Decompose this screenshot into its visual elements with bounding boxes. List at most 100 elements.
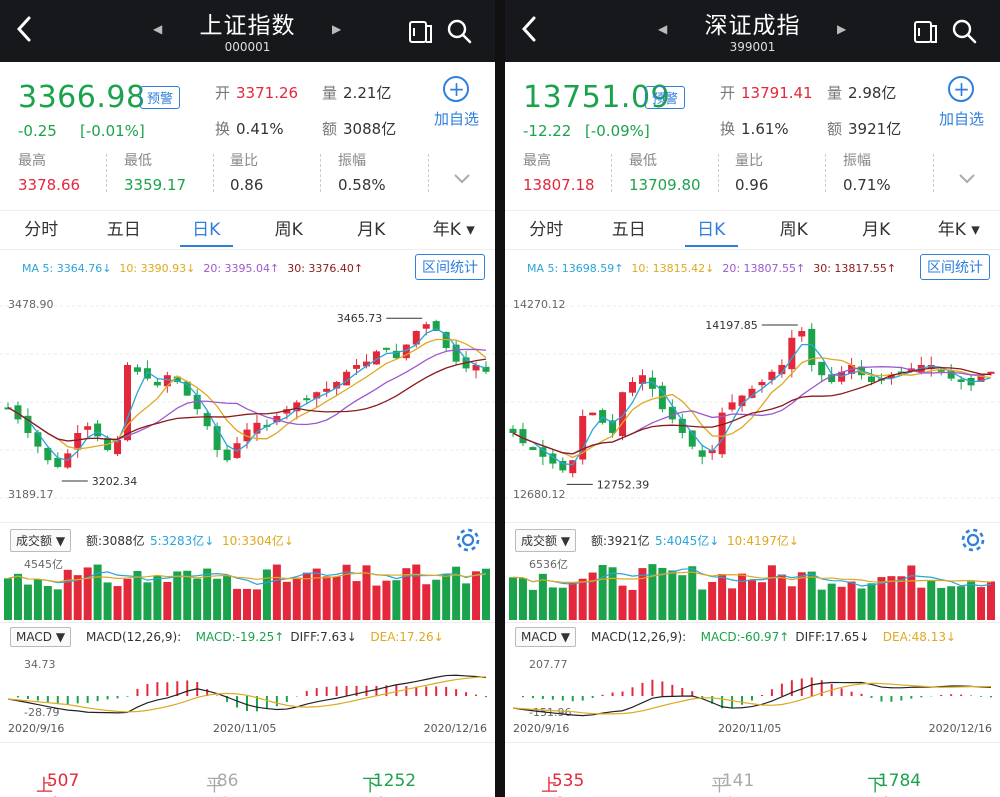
tab-4[interactable]: 月K: [330, 211, 413, 249]
volume-max-label: 6536亿: [529, 558, 568, 571]
split-view-icon[interactable]: [408, 18, 436, 46]
price-change-percent: [-0.09%]: [585, 122, 650, 140]
candle-body: [957, 379, 965, 382]
chevron-down-icon[interactable]: [453, 170, 471, 189]
volume-bar: [907, 565, 916, 620]
volume-bar: [528, 589, 537, 620]
candle-body: [629, 382, 636, 393]
tab-5[interactable]: 年K ▾: [413, 211, 496, 249]
volume-bar: [987, 581, 995, 620]
volume-indicator-dropdown[interactable]: 成交额 ▼: [10, 529, 72, 552]
next-arrow-icon[interactable]: ▶: [837, 22, 846, 36]
volume-bar: [123, 578, 132, 620]
candle-body: [422, 324, 430, 329]
range-stats-button[interactable]: 区间统计: [920, 254, 990, 280]
turnover-field: 换 1.61%: [720, 120, 789, 138]
divider: [933, 154, 934, 192]
date-end: 2020/12/16: [423, 722, 487, 735]
date-mid: 2020/11/05: [213, 722, 277, 735]
tab-0[interactable]: 分时: [505, 211, 588, 249]
search-icon[interactable]: [951, 18, 979, 46]
tab-2[interactable]: 日K: [165, 211, 248, 249]
gear-icon[interactable]: [960, 527, 986, 553]
range-stats-button[interactable]: 区间统计: [415, 254, 485, 280]
macd-indicator-dropdown[interactable]: MACD ▼: [10, 627, 72, 647]
volume-bar: [213, 578, 222, 620]
max-price-marker: 14197.85: [705, 319, 758, 332]
ma-legend-item: MA 5: 3364.76↓: [22, 262, 112, 275]
volume-bar: [322, 576, 331, 620]
tab-1[interactable]: 五日: [83, 211, 166, 249]
add-to-watchlist-button[interactable]: + 加自选: [434, 76, 479, 129]
candlestick-chart[interactable]: 3478.90 3189.17 3465.73 3202.34: [0, 286, 495, 518]
market-breadth: 上涨 507家 平盘 86家 下跌 1252家: [0, 742, 495, 797]
volume-bar: [63, 569, 72, 620]
tab-3[interactable]: 周K: [248, 211, 331, 249]
macd-indicator-dropdown[interactable]: MACD ▼: [515, 627, 577, 647]
candle-body: [153, 381, 161, 386]
tab-0[interactable]: 分时: [0, 211, 83, 249]
volume-bar: [372, 585, 381, 620]
candle-body: [728, 402, 736, 410]
ma-legend-item: 20: 13807.55↑: [722, 262, 806, 275]
volume-bar: [53, 589, 62, 620]
volume-legend-item: 5:3283亿↓: [150, 534, 215, 548]
tab-5[interactable]: 年K ▾: [918, 211, 1000, 249]
volume-max-label: 4545亿: [24, 558, 63, 571]
search-icon[interactable]: [446, 18, 474, 46]
price-alert-button[interactable]: 预警: [645, 86, 686, 109]
open-field: 开 3371.26: [215, 84, 299, 102]
last-price: 3366.98: [18, 80, 146, 115]
amount-field: 额 3921亿: [827, 120, 902, 138]
volume-indicator-dropdown[interactable]: 成交额 ▼: [515, 529, 577, 552]
price-alert-button[interactable]: 预警: [140, 86, 181, 109]
macd-top-label: 207.77: [529, 658, 568, 671]
volume-bar: [837, 586, 846, 620]
volume-bar: [33, 579, 42, 620]
add-to-watchlist-button[interactable]: + 加自选: [939, 76, 984, 129]
candle-body: [868, 376, 875, 382]
volume-bar: [897, 576, 906, 620]
tab-1[interactable]: 五日: [588, 211, 671, 249]
candle-body: [619, 392, 627, 437]
divider: [718, 154, 719, 192]
ma-legend-item: MA 5: 13698.59↑: [527, 262, 624, 275]
tab-4[interactable]: 月K: [835, 211, 918, 249]
date-start: 2020/9/16: [513, 722, 570, 735]
axis-high-label: 14270.12: [513, 298, 566, 311]
candle-body: [509, 428, 517, 433]
candle-body: [569, 460, 577, 474]
volume-bar: [472, 571, 481, 620]
volume-value: 2.98亿: [848, 84, 897, 102]
tab-2[interactable]: 日K: [670, 211, 753, 249]
volume-bar: [598, 565, 607, 620]
volume-bar: [462, 583, 471, 620]
macd-header: MACD ▼ MACD(12,26,9): MACD:-60.97↑ DIFF:17…: [505, 622, 1000, 652]
stat-amplitude: 振幅 0.71%: [843, 153, 891, 194]
turnover-value: 0.41%: [236, 120, 284, 138]
next-arrow-icon[interactable]: ▶: [332, 22, 341, 36]
index-panel-shanghai: ◀ 上证指数 000001 ▶ 3366.98 预警 -0.25 [-0.01%…: [0, 0, 495, 797]
stat-amplitude: 振幅 0.58%: [338, 153, 386, 194]
quote-summary: 3366.98 预警 -0.25 [-0.01%] 开 3371.26 量 2.21…: [0, 62, 495, 210]
caret-down-icon: ▼: [560, 630, 571, 644]
volume-bar: [797, 572, 806, 620]
volume-bar: [568, 582, 577, 620]
split-view-icon[interactable]: [913, 18, 941, 46]
gear-icon[interactable]: [455, 527, 481, 553]
market-breadth: 上涨 535家 平盘 141家 下跌 1784家: [505, 742, 1000, 797]
divider: [428, 154, 429, 192]
chevron-down-icon[interactable]: [958, 170, 976, 189]
candle-body: [529, 447, 537, 450]
price-change: -12.22: [523, 122, 572, 140]
date-start: 2020/9/16: [8, 722, 65, 735]
candlestick-chart[interactable]: 14270.12 12680.12 14197.85 12752.39: [505, 286, 1000, 518]
volume-bar: [787, 586, 796, 620]
tab-3[interactable]: 周K: [753, 211, 836, 249]
volume-field: 量 2.98亿: [827, 84, 897, 102]
add-watchlist-label: 加自选: [433, 110, 479, 128]
candle-body: [163, 375, 171, 387]
volume-bar: [757, 582, 766, 620]
volume-legend-item: 10:3304亿↓: [222, 534, 294, 548]
unchanged: 平盘 141家: [711, 771, 755, 797]
